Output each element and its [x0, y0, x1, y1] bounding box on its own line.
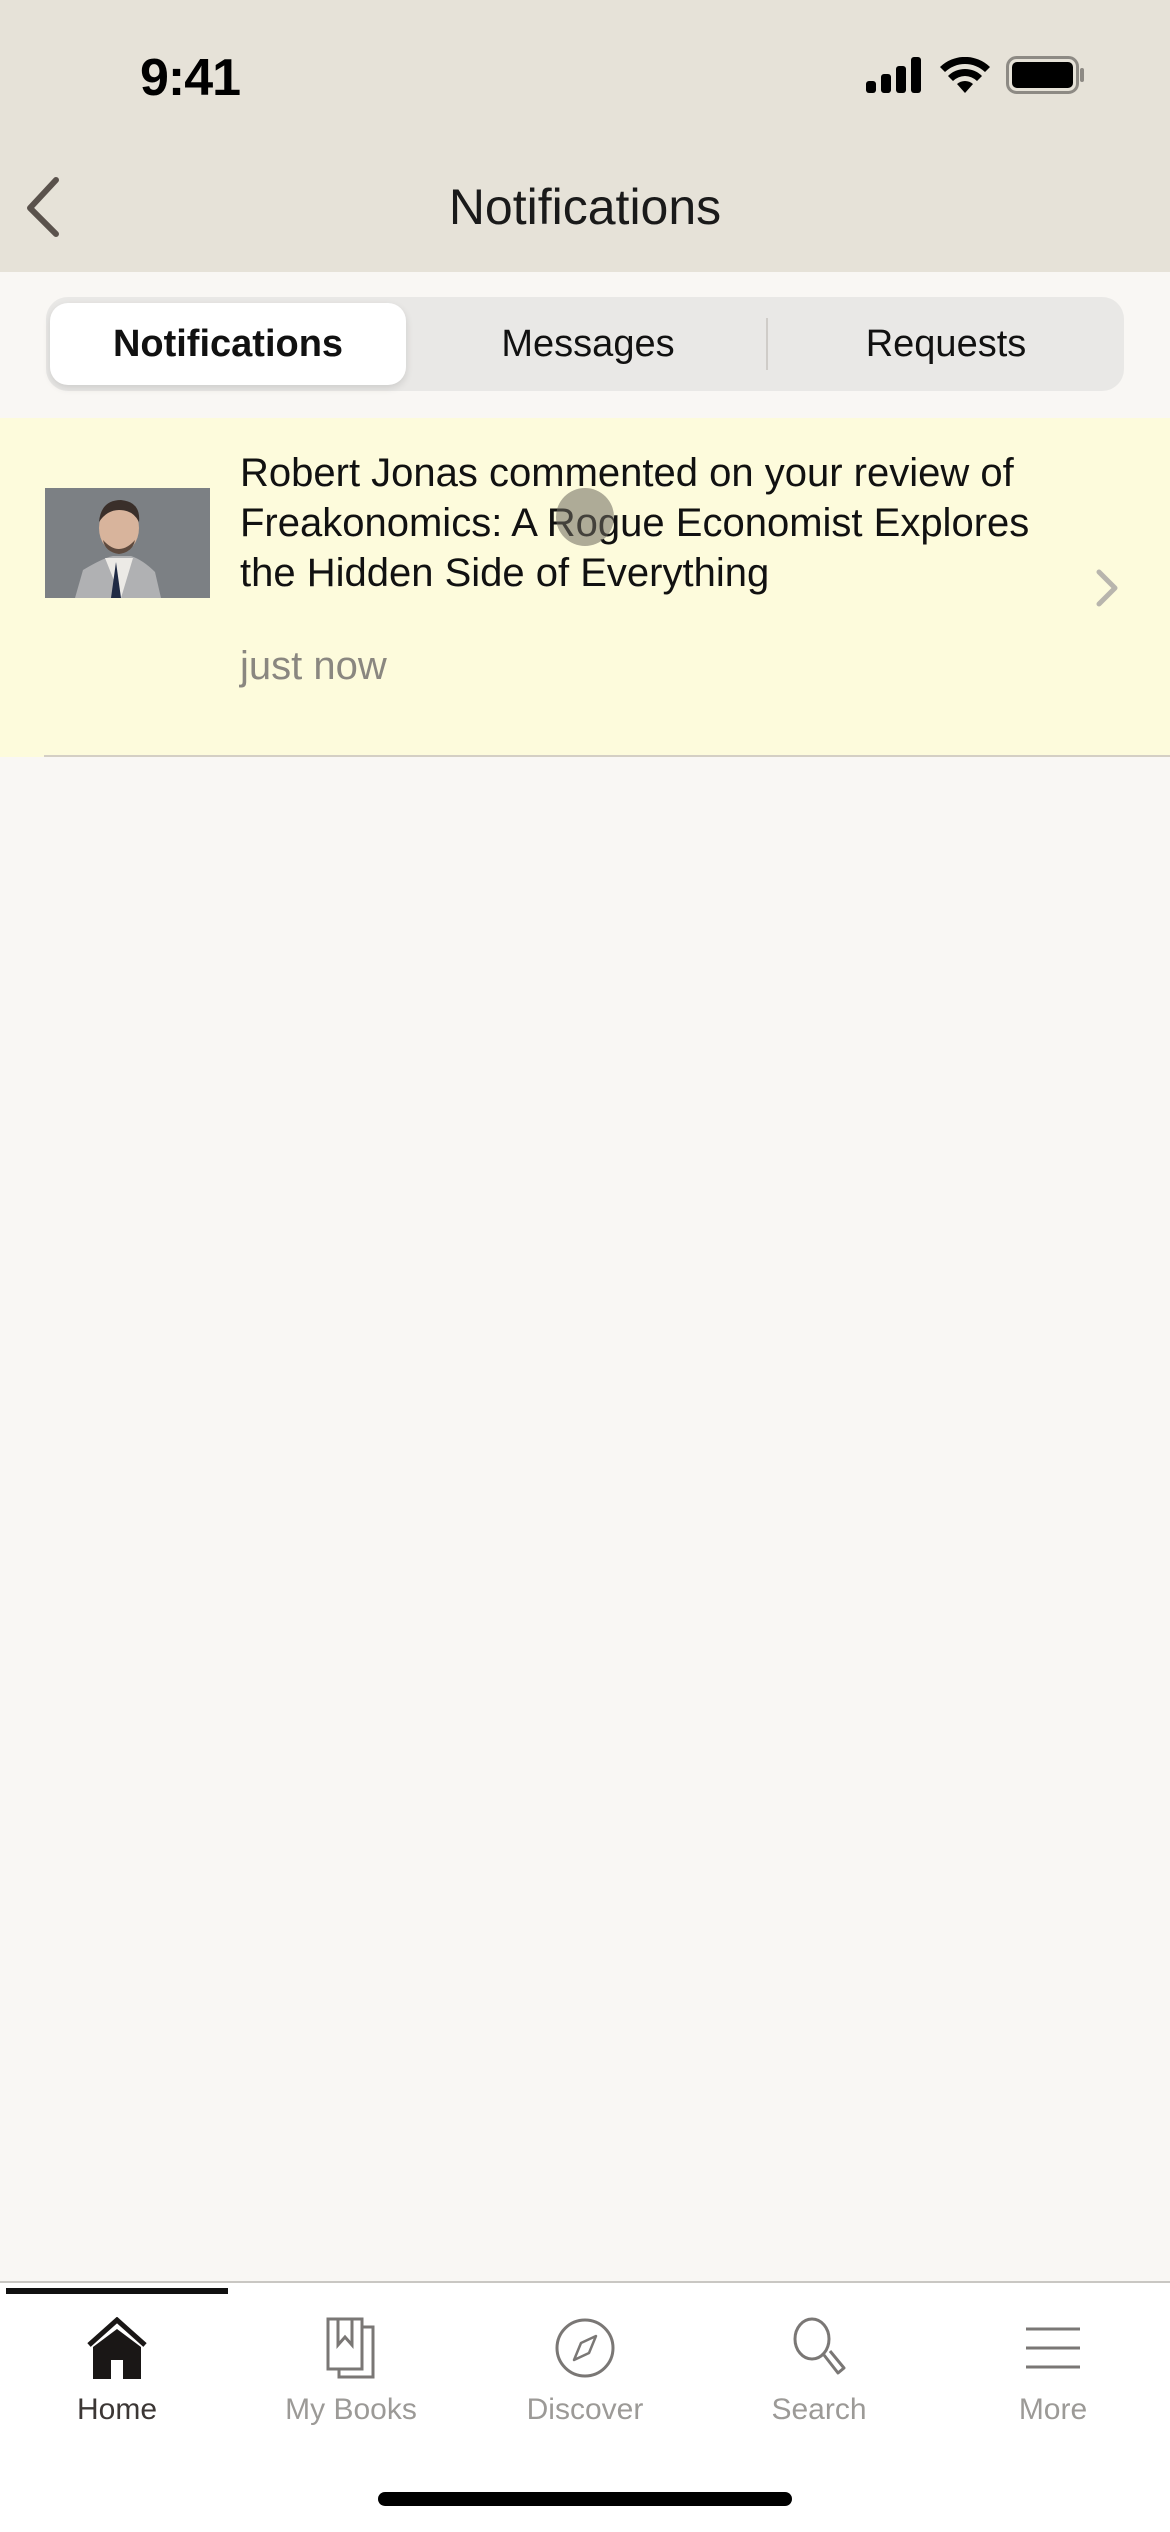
tab-discover[interactable]: Discover [468, 2301, 702, 2441]
header: 9:41 Notifications [0, 0, 1170, 272]
tab-label: Notifications [112, 322, 344, 365]
cellular-signal-icon [866, 57, 921, 93]
compass-icon [555, 2318, 615, 2378]
notification-item[interactable]: Robert Jonas commented on your review of… [0, 418, 1170, 757]
tab-label: Home [76, 2393, 158, 2426]
home-indicator [378, 2492, 792, 2506]
tab-my-books[interactable]: My Books [234, 2301, 468, 2441]
active-tab-indicator [6, 2288, 228, 2294]
touch-indicator [556, 488, 614, 546]
tab-notifications[interactable]: Notifications [50, 303, 406, 385]
status-icons [866, 56, 1086, 94]
search-icon [793, 2317, 846, 2375]
tab-label: More [1018, 2393, 1088, 2426]
tab-label: Requests [865, 322, 1027, 365]
tab-label: My Books [285, 2393, 417, 2426]
avatar [45, 488, 210, 598]
notification-text: Robert Jonas commented on your review of… [240, 451, 1030, 595]
page-title: Notifications [448, 179, 722, 235]
segmented-control: Notifications Messages Requests [46, 297, 1124, 391]
books-icon [326, 2317, 375, 2379]
tab-messages[interactable]: Messages [410, 297, 766, 391]
home-icon [87, 2317, 147, 2379]
tab-requests[interactable]: Requests [768, 297, 1124, 391]
tab-label: Messages [501, 322, 675, 365]
chevron-right-icon [1096, 569, 1118, 607]
battery-icon [1006, 56, 1084, 94]
status-time: 9:41 [140, 49, 241, 107]
menu-icon [1026, 2327, 1080, 2369]
notification-time: just now [240, 644, 387, 688]
tab-label: Discover [526, 2393, 644, 2426]
tab-label: Search [771, 2393, 867, 2426]
tab-more[interactable]: More [936, 2301, 1170, 2441]
tab-home[interactable]: Home [0, 2301, 234, 2441]
user-photo [45, 488, 210, 598]
tab-search[interactable]: Search [702, 2301, 936, 2441]
wifi-icon [940, 57, 990, 93]
